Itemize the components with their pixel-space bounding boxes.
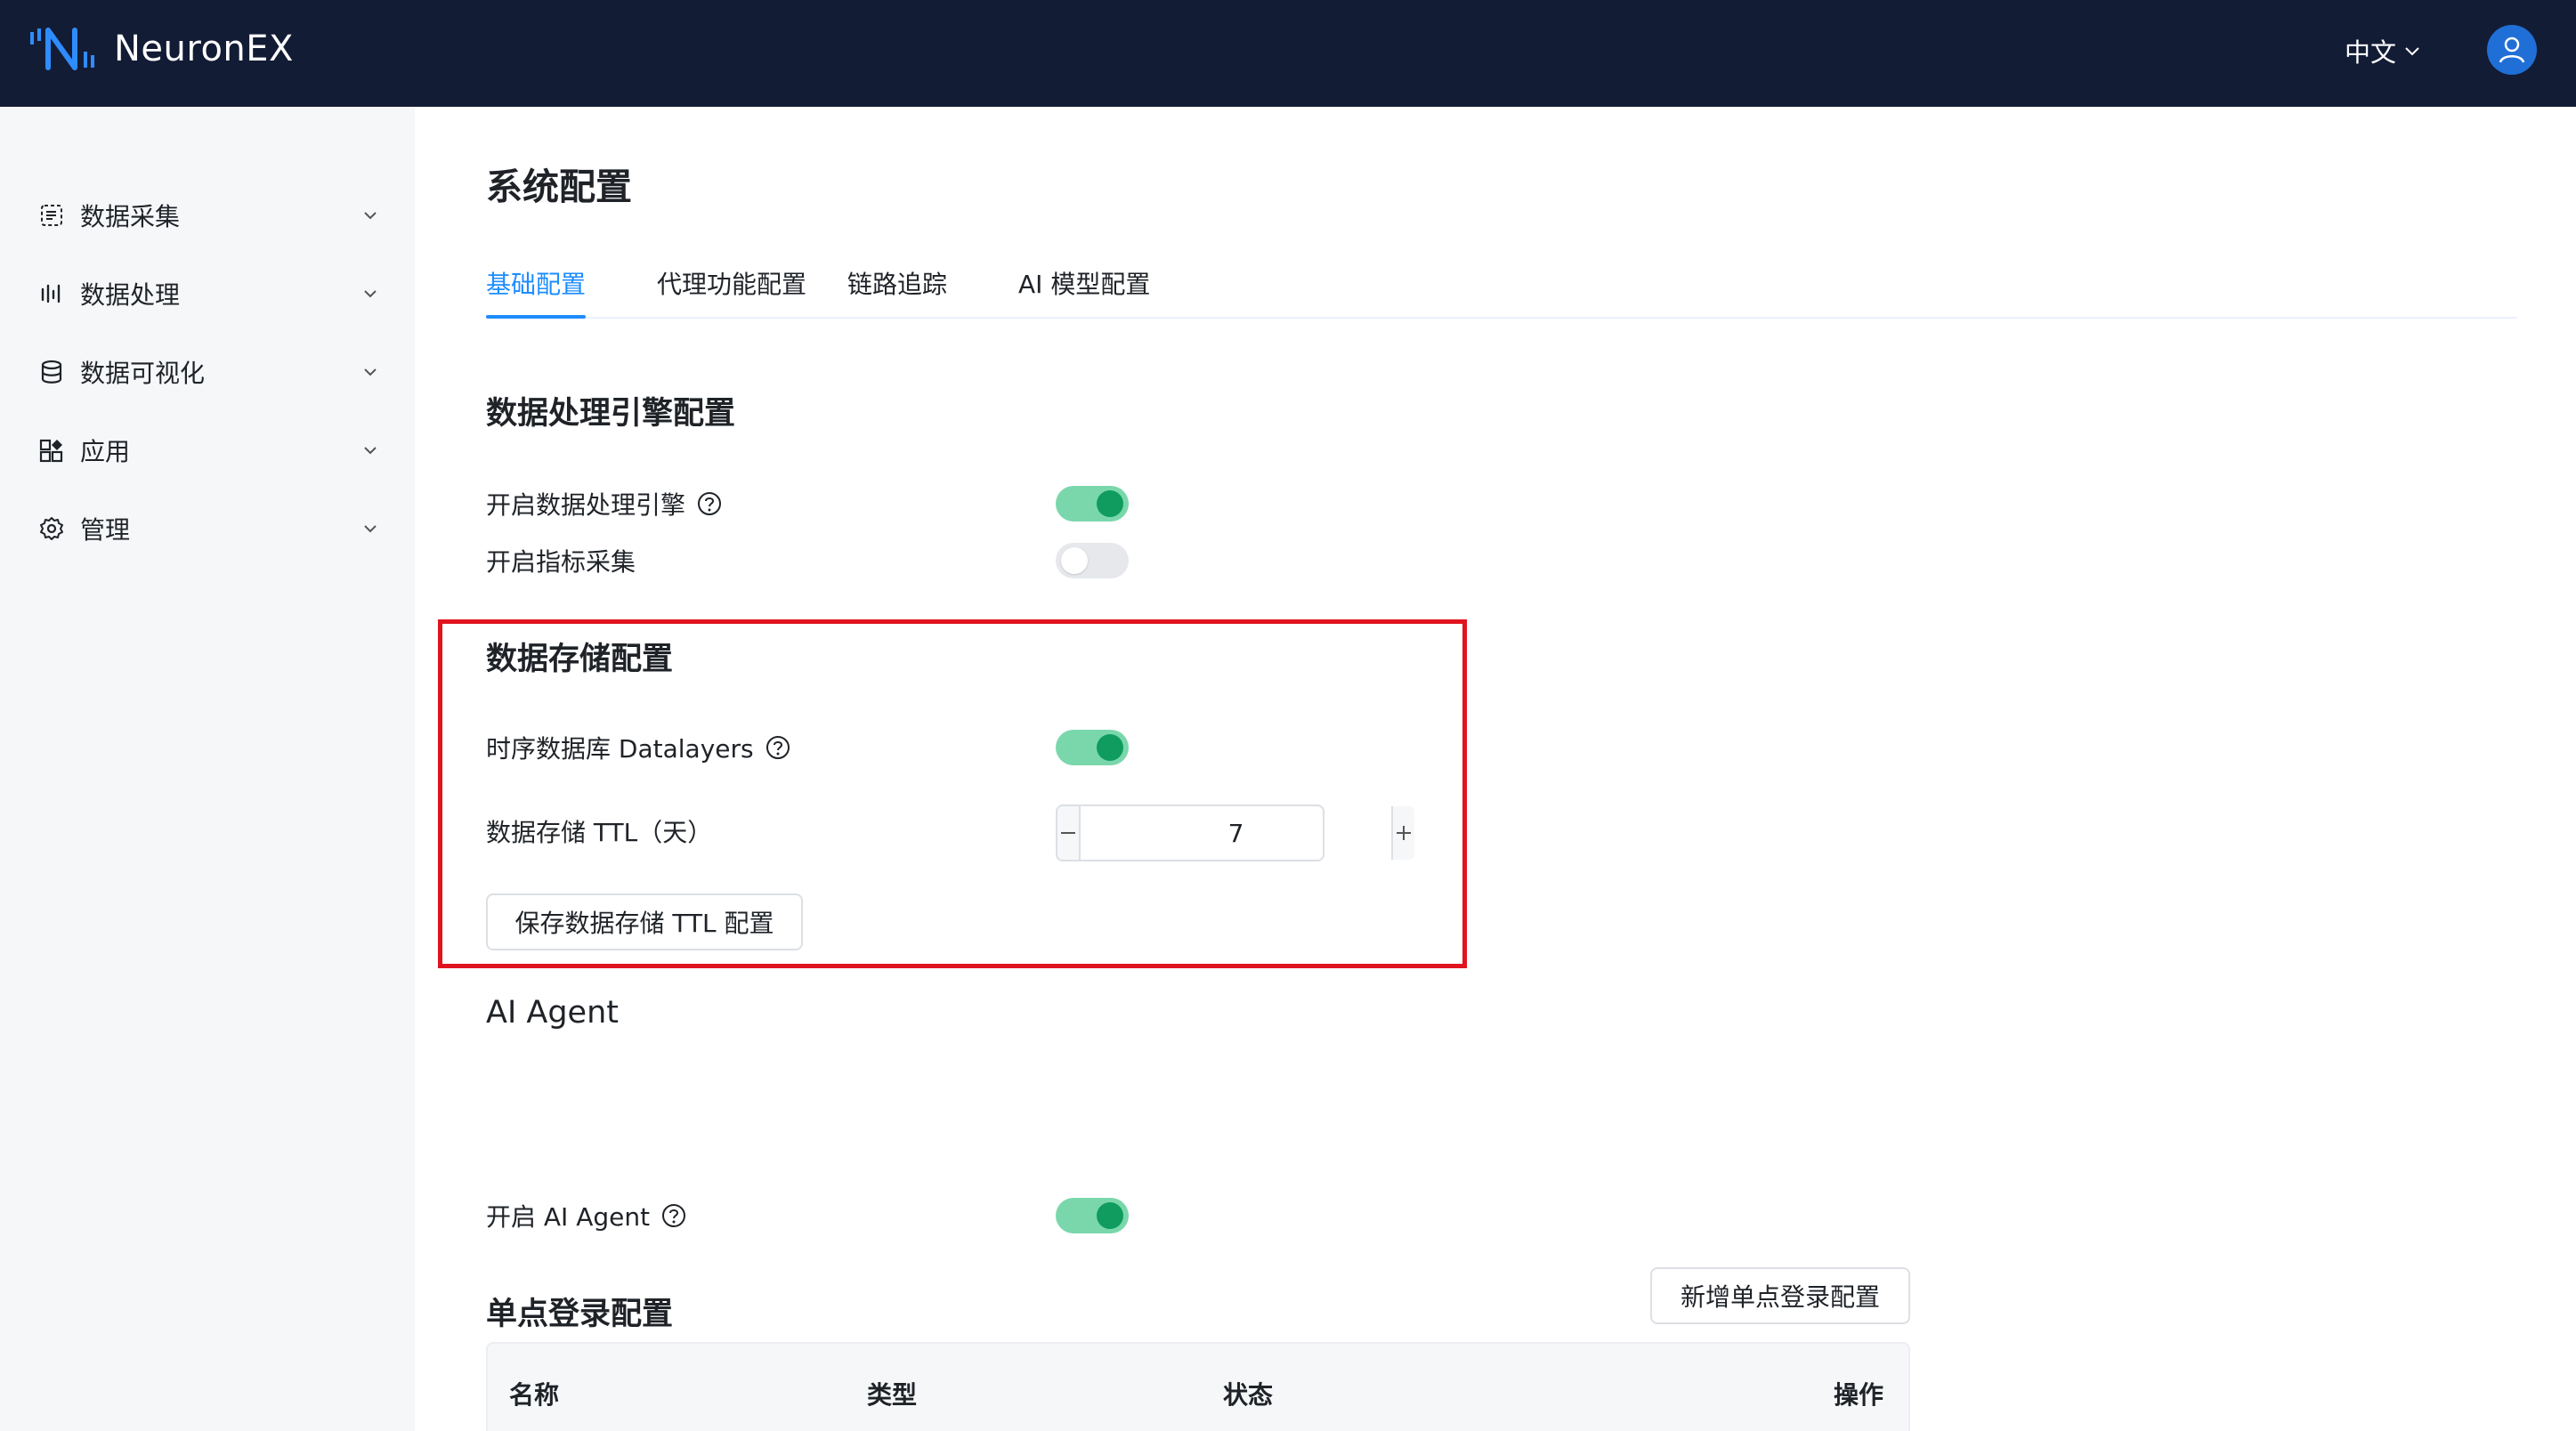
enable-ai-agent-row: 开启 AI Agent xyxy=(486,1198,687,1233)
tab-label: 代理功能配置 xyxy=(657,270,807,299)
tab-tracing[interactable]: 链路追踪 xyxy=(847,265,947,319)
sidebar-item-label: 数据可视化 xyxy=(80,359,206,388)
column-header-actions: 操作 xyxy=(1834,1380,1884,1410)
enable-metrics-switch[interactable] xyxy=(1056,543,1129,578)
column-header-status: 状态 xyxy=(1223,1380,1274,1410)
database-icon xyxy=(36,356,68,388)
sso-table-header: 名称 类型 状态 操作 xyxy=(486,1342,1910,1431)
apps-icon xyxy=(36,434,68,466)
chevron-down-icon xyxy=(358,516,383,541)
switch-knob xyxy=(1097,490,1123,517)
switch-knob xyxy=(1061,547,1088,574)
column-header-type: 类型 xyxy=(867,1380,918,1410)
chevron-down-icon xyxy=(358,203,383,228)
enable-engine-switch[interactable] xyxy=(1056,486,1129,521)
chevron-down-icon xyxy=(358,360,383,384)
active-tab-indicator xyxy=(486,315,586,319)
language-selector[interactable]: 中文 xyxy=(2345,32,2423,69)
help-icon[interactable] xyxy=(660,1202,687,1229)
enable-engine-row: 开启数据处理引擎 xyxy=(486,486,723,521)
tab-label: 基础配置 xyxy=(486,270,587,299)
sidebar-item-label: 管理 xyxy=(80,515,131,545)
switch-knob xyxy=(1097,1202,1123,1229)
page-title: 系统配置 xyxy=(486,166,632,208)
add-sso-button[interactable]: 新增单点登录配置 xyxy=(1650,1267,1910,1324)
app-logo[interactable]: NeuronEX xyxy=(28,25,294,73)
sidebar-item-label: 数据采集 xyxy=(80,202,181,231)
data-collection-icon xyxy=(36,199,68,231)
enable-engine-label: 开启数据处理引擎 xyxy=(486,490,686,520)
chevron-down-icon xyxy=(2405,47,2419,56)
sidebar-item-label: 数据处理 xyxy=(80,280,181,310)
user-avatar[interactable] xyxy=(2487,25,2537,75)
sidebar-item-apps[interactable]: 应用 xyxy=(36,424,383,477)
enable-ai-agent-switch[interactable] xyxy=(1056,1198,1129,1233)
sidebar-item-label: 应用 xyxy=(80,437,131,466)
engine-section-title: 数据处理引擎配置 xyxy=(486,396,736,432)
tab-label: 链路追踪 xyxy=(847,270,948,299)
data-processing-icon xyxy=(36,278,68,310)
help-icon[interactable] xyxy=(696,490,723,517)
neuronex-logo-icon xyxy=(30,28,94,70)
sidebar: 数据采集 数据处理 数据可视化 应用 管理 xyxy=(0,107,415,1431)
tab-proxy-config[interactable]: 代理功能配置 xyxy=(657,265,806,319)
config-tabs: 基础配置 代理功能配置 链路追踪 AI 模型配置 xyxy=(486,265,2517,425)
sidebar-item-data-processing[interactable]: 数据处理 xyxy=(36,267,383,320)
tab-label: AI 模型配置 xyxy=(1018,270,1151,299)
tab-ai-model-config[interactable]: AI 模型配置 xyxy=(1018,265,1150,319)
top-header: NeuronEX 中文 xyxy=(0,0,2576,107)
highlight-annotation-box xyxy=(438,619,1467,968)
sidebar-item-management[interactable]: 管理 xyxy=(36,502,383,555)
column-header-name: 名称 xyxy=(509,1380,560,1410)
enable-ai-agent-label: 开启 AI Agent xyxy=(486,1202,651,1232)
ai-agent-section-title: AI Agent xyxy=(486,995,619,1031)
sidebar-item-data-visualization[interactable]: 数据可视化 xyxy=(36,345,383,399)
sidebar-item-data-collection[interactable]: 数据采集 xyxy=(36,189,383,242)
chevron-down-icon xyxy=(358,438,383,463)
language-label: 中文 xyxy=(2345,37,2397,68)
sso-section-title: 单点登录配置 xyxy=(486,1297,674,1332)
enable-metrics-row: 开启指标采集 xyxy=(486,543,636,578)
user-icon xyxy=(2499,36,2525,63)
chevron-down-icon xyxy=(358,281,383,306)
app-name: NeuronEX xyxy=(114,28,294,69)
gear-icon xyxy=(36,513,68,545)
tab-basic-config[interactable]: 基础配置 xyxy=(486,265,586,319)
enable-metrics-label: 开启指标采集 xyxy=(486,547,636,577)
